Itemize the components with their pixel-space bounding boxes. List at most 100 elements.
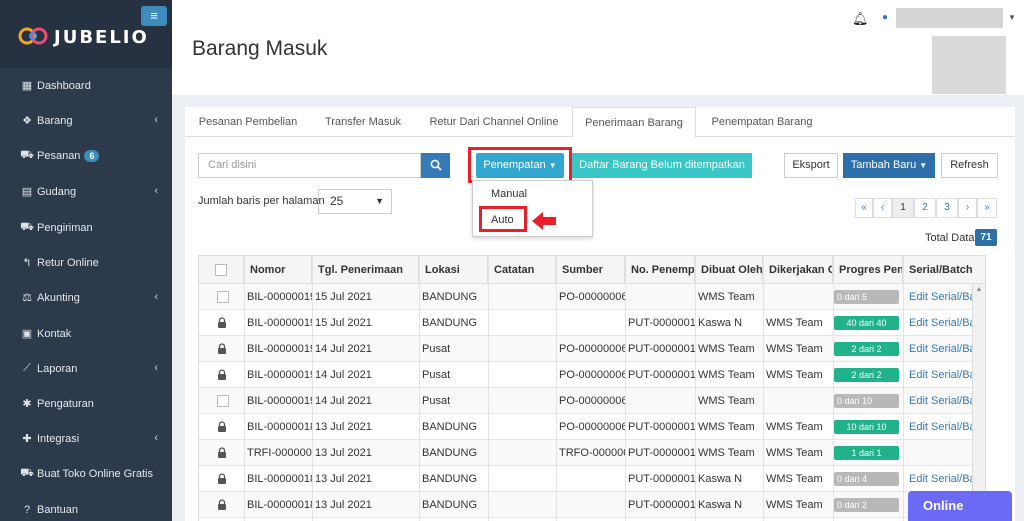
- table-row[interactable]: TRFI-00000001213 Jul 2021 BANDUNG TRFO-000…: [199, 440, 985, 466]
- header-dibuat-oleh[interactable]: Dibuat Oleh: [695, 256, 763, 284]
- sidebar-item-dashboard[interactable]: ▦ Dashboard: [0, 68, 172, 103]
- tab-retur-channel-online[interactable]: Retur Dari Channel Online: [423, 107, 565, 137]
- table-scrollbar[interactable]: ▲: [972, 284, 985, 521]
- cell-sumber: [556, 310, 625, 336]
- bell-icon[interactable]: 🔔︎: [852, 11, 869, 27]
- column-divider: [244, 256, 245, 521]
- sidebar-item-pengaturan[interactable]: ✱ Pengaturan: [0, 386, 172, 421]
- pagination-page-3[interactable]: 3: [936, 198, 958, 218]
- table-row[interactable]: BIL-00000019015 Jul 2021 BANDUNG PO-000000…: [199, 284, 985, 310]
- header-tgl-penerimaan[interactable]: Tgl. Penerimaan: [312, 256, 419, 284]
- penempatan-dropdown-button[interactable]: Penempatan ▼: [476, 153, 564, 178]
- rows-per-page-value: 25: [330, 194, 344, 208]
- sidebar-item-akunting[interactable]: ⚖ Akunting ‹: [0, 280, 172, 315]
- tab-pesanan-pembelian[interactable]: Pesanan Pembelian: [193, 107, 303, 137]
- jubelio-logo-icon: [18, 27, 48, 45]
- caret-down-icon[interactable]: ▼: [1008, 13, 1016, 22]
- table-row[interactable]: BIL-00000018513 Jul 2021 BANDUNG PO-000000…: [199, 414, 985, 440]
- chart-icon: ▦: [21, 80, 33, 92]
- sidebar: JUBELIO ≡ ▦ Dashboard ❖ Barang ‹ ⛟ Pesanan 6 ▤ Gu…: [0, 0, 172, 521]
- cell-no-penempatan: PUT-000000138: [628, 369, 695, 381]
- cell-tgl: 13 Jul 2021: [315, 499, 372, 511]
- eksport-button[interactable]: Eksport: [784, 153, 838, 178]
- row-checkbox[interactable]: [217, 291, 229, 303]
- tab-penempatan-barang[interactable]: Penempatan Barang: [703, 107, 821, 137]
- header-lokasi[interactable]: Lokasi: [419, 256, 488, 284]
- edit-serial-batch-link[interactable]: Edit Serial/Batch: [906, 336, 976, 362]
- balance-scale-icon: ⚖: [22, 292, 32, 304]
- sidebar-item-bantuan[interactable]: ? Bantuan: [0, 492, 172, 521]
- chevron-down-icon: ▼: [375, 196, 384, 206]
- edit-serial-batch-link[interactable]: Edit Serial/Batch: [906, 362, 976, 388]
- cell-catatan: [488, 440, 556, 466]
- cell-catatan: [488, 466, 556, 492]
- red-arrow-icon: [532, 212, 556, 230]
- sidebar-item-pesanan[interactable]: ⛟ Pesanan 6: [0, 138, 172, 173]
- cell-catatan: [488, 336, 556, 362]
- cell-nomor: BIL-000000186: [247, 473, 312, 485]
- line-chart-icon: ⟋: [23, 362, 31, 374]
- cell-nomor: BIL-000000193: [247, 369, 312, 381]
- table-row[interactable]: BIL-00000019214 Jul 2021 Pusat PO-00000006…: [199, 336, 985, 362]
- cell-catatan: [488, 284, 556, 310]
- header-progres-penempatan[interactable]: Progres Penempatan: [833, 256, 903, 284]
- tab-penerimaan-barang[interactable]: Penerimaan Barang: [572, 107, 696, 138]
- sidebar-item-retur-online[interactable]: ↰ Retur Online: [0, 245, 172, 280]
- daftar-barang-belum-ditempatkan-button[interactable]: Daftar Barang Belum ditempatkan: [572, 153, 752, 178]
- refresh-button[interactable]: Refresh: [941, 153, 998, 178]
- header-nomor[interactable]: Nomor: [244, 256, 312, 284]
- cell-lokasi: Pusat: [422, 369, 451, 381]
- header-sumber[interactable]: Sumber: [556, 256, 625, 284]
- pagination-prev[interactable]: ‹: [873, 198, 892, 218]
- cell-dikerjakan: WMS Team: [766, 421, 823, 433]
- sidebar-item-laporan[interactable]: ⟋ Laporan ‹: [0, 351, 172, 386]
- header-catatan[interactable]: Catatan: [488, 256, 556, 284]
- cubes-icon: ❖: [22, 115, 32, 127]
- sidebar-item-kontak[interactable]: ▣ Kontak: [0, 316, 172, 351]
- sidebar-item-pengiriman[interactable]: ⛟ Pengiriman: [0, 210, 172, 245]
- search-input[interactable]: Cari disini: [198, 153, 421, 178]
- header-serial-batch[interactable]: Serial/Batch: [903, 256, 985, 284]
- cell-no-penempatan: PUT-000000134: [628, 499, 695, 511]
- sidebar-item-integrasi[interactable]: ✚ Integrasi ‹: [0, 421, 172, 456]
- pagination-next[interactable]: ›: [958, 198, 977, 218]
- rows-per-page-select[interactable]: 25 ▼: [318, 189, 392, 214]
- pagination-page-1[interactable]: 1: [892, 198, 914, 218]
- pagination-first[interactable]: «: [855, 198, 873, 218]
- header-select-all[interactable]: [199, 256, 244, 284]
- edit-serial-batch-link[interactable]: Edit Serial/Batch: [906, 414, 976, 440]
- edit-serial-batch-link[interactable]: Edit Serial/Batch: [906, 310, 976, 336]
- header-dikerjakan-oleh[interactable]: Dikerjakan Oleh: [763, 256, 833, 284]
- scroll-up-icon[interactable]: ▲: [973, 286, 985, 293]
- table-row[interactable]: BIL-00000019414 Jul 2021 Pusat PO-00000006…: [199, 388, 985, 414]
- search-button[interactable]: [421, 153, 450, 178]
- sidebar-item-gudang[interactable]: ▤ Gudang ‹: [0, 174, 172, 209]
- header-no-penempatan[interactable]: No. Penempatan: [625, 256, 695, 284]
- pagination-last[interactable]: »: [977, 198, 997, 218]
- edit-serial-batch-link[interactable]: Edit Serial/Batch: [906, 284, 976, 310]
- sidebar-item-barang[interactable]: ❖ Barang ‹: [0, 103, 172, 138]
- chat-online-button[interactable]: Online: [908, 491, 1012, 521]
- user-menu[interactable]: [896, 8, 1003, 28]
- edit-serial-batch-link[interactable]: Edit Serial/Batch: [906, 466, 976, 492]
- cell-lokasi: BANDUNG: [422, 447, 478, 459]
- user-icon[interactable]: ●: [882, 12, 888, 23]
- select-all-checkbox[interactable]: [215, 264, 227, 276]
- progress-badge: 10 dari 10: [834, 420, 899, 434]
- tab-transfer-masuk[interactable]: Transfer Masuk: [313, 107, 413, 137]
- building-icon: ▤: [21, 186, 33, 198]
- table-row[interactable]: BIL-00000018713 Jul 2021 BANDUNG PUT-00000…: [199, 492, 985, 518]
- row-checkbox[interactable]: [217, 395, 229, 407]
- edit-serial-batch-link[interactable]: Edit Serial/Batch: [906, 388, 976, 414]
- dropdown-item-manual[interactable]: Manual: [491, 188, 527, 200]
- sidebar-item-buat-toko-online-gratis[interactable]: ⛟ Buat Toko Online Gratis: [0, 456, 172, 491]
- pagination-page-2[interactable]: 2: [914, 198, 936, 218]
- page-title: Barang Masuk: [192, 37, 328, 60]
- tambah-baru-button[interactable]: Tambah Baru ▼: [843, 153, 935, 178]
- hamburger-menu-icon[interactable]: ≡: [141, 6, 167, 26]
- table-row[interactable]: BIL-00000019314 Jul 2021 Pusat PO-00000006…: [199, 362, 985, 388]
- cell-dibuat: WMS Team: [698, 395, 755, 407]
- table-row[interactable]: BIL-00000018613 Jul 2021 BANDUNG PUT-00000…: [199, 466, 985, 492]
- table-row[interactable]: BIL-00000019115 Jul 2021 BANDUNG PUT-00000…: [199, 310, 985, 336]
- column-divider: [695, 256, 696, 521]
